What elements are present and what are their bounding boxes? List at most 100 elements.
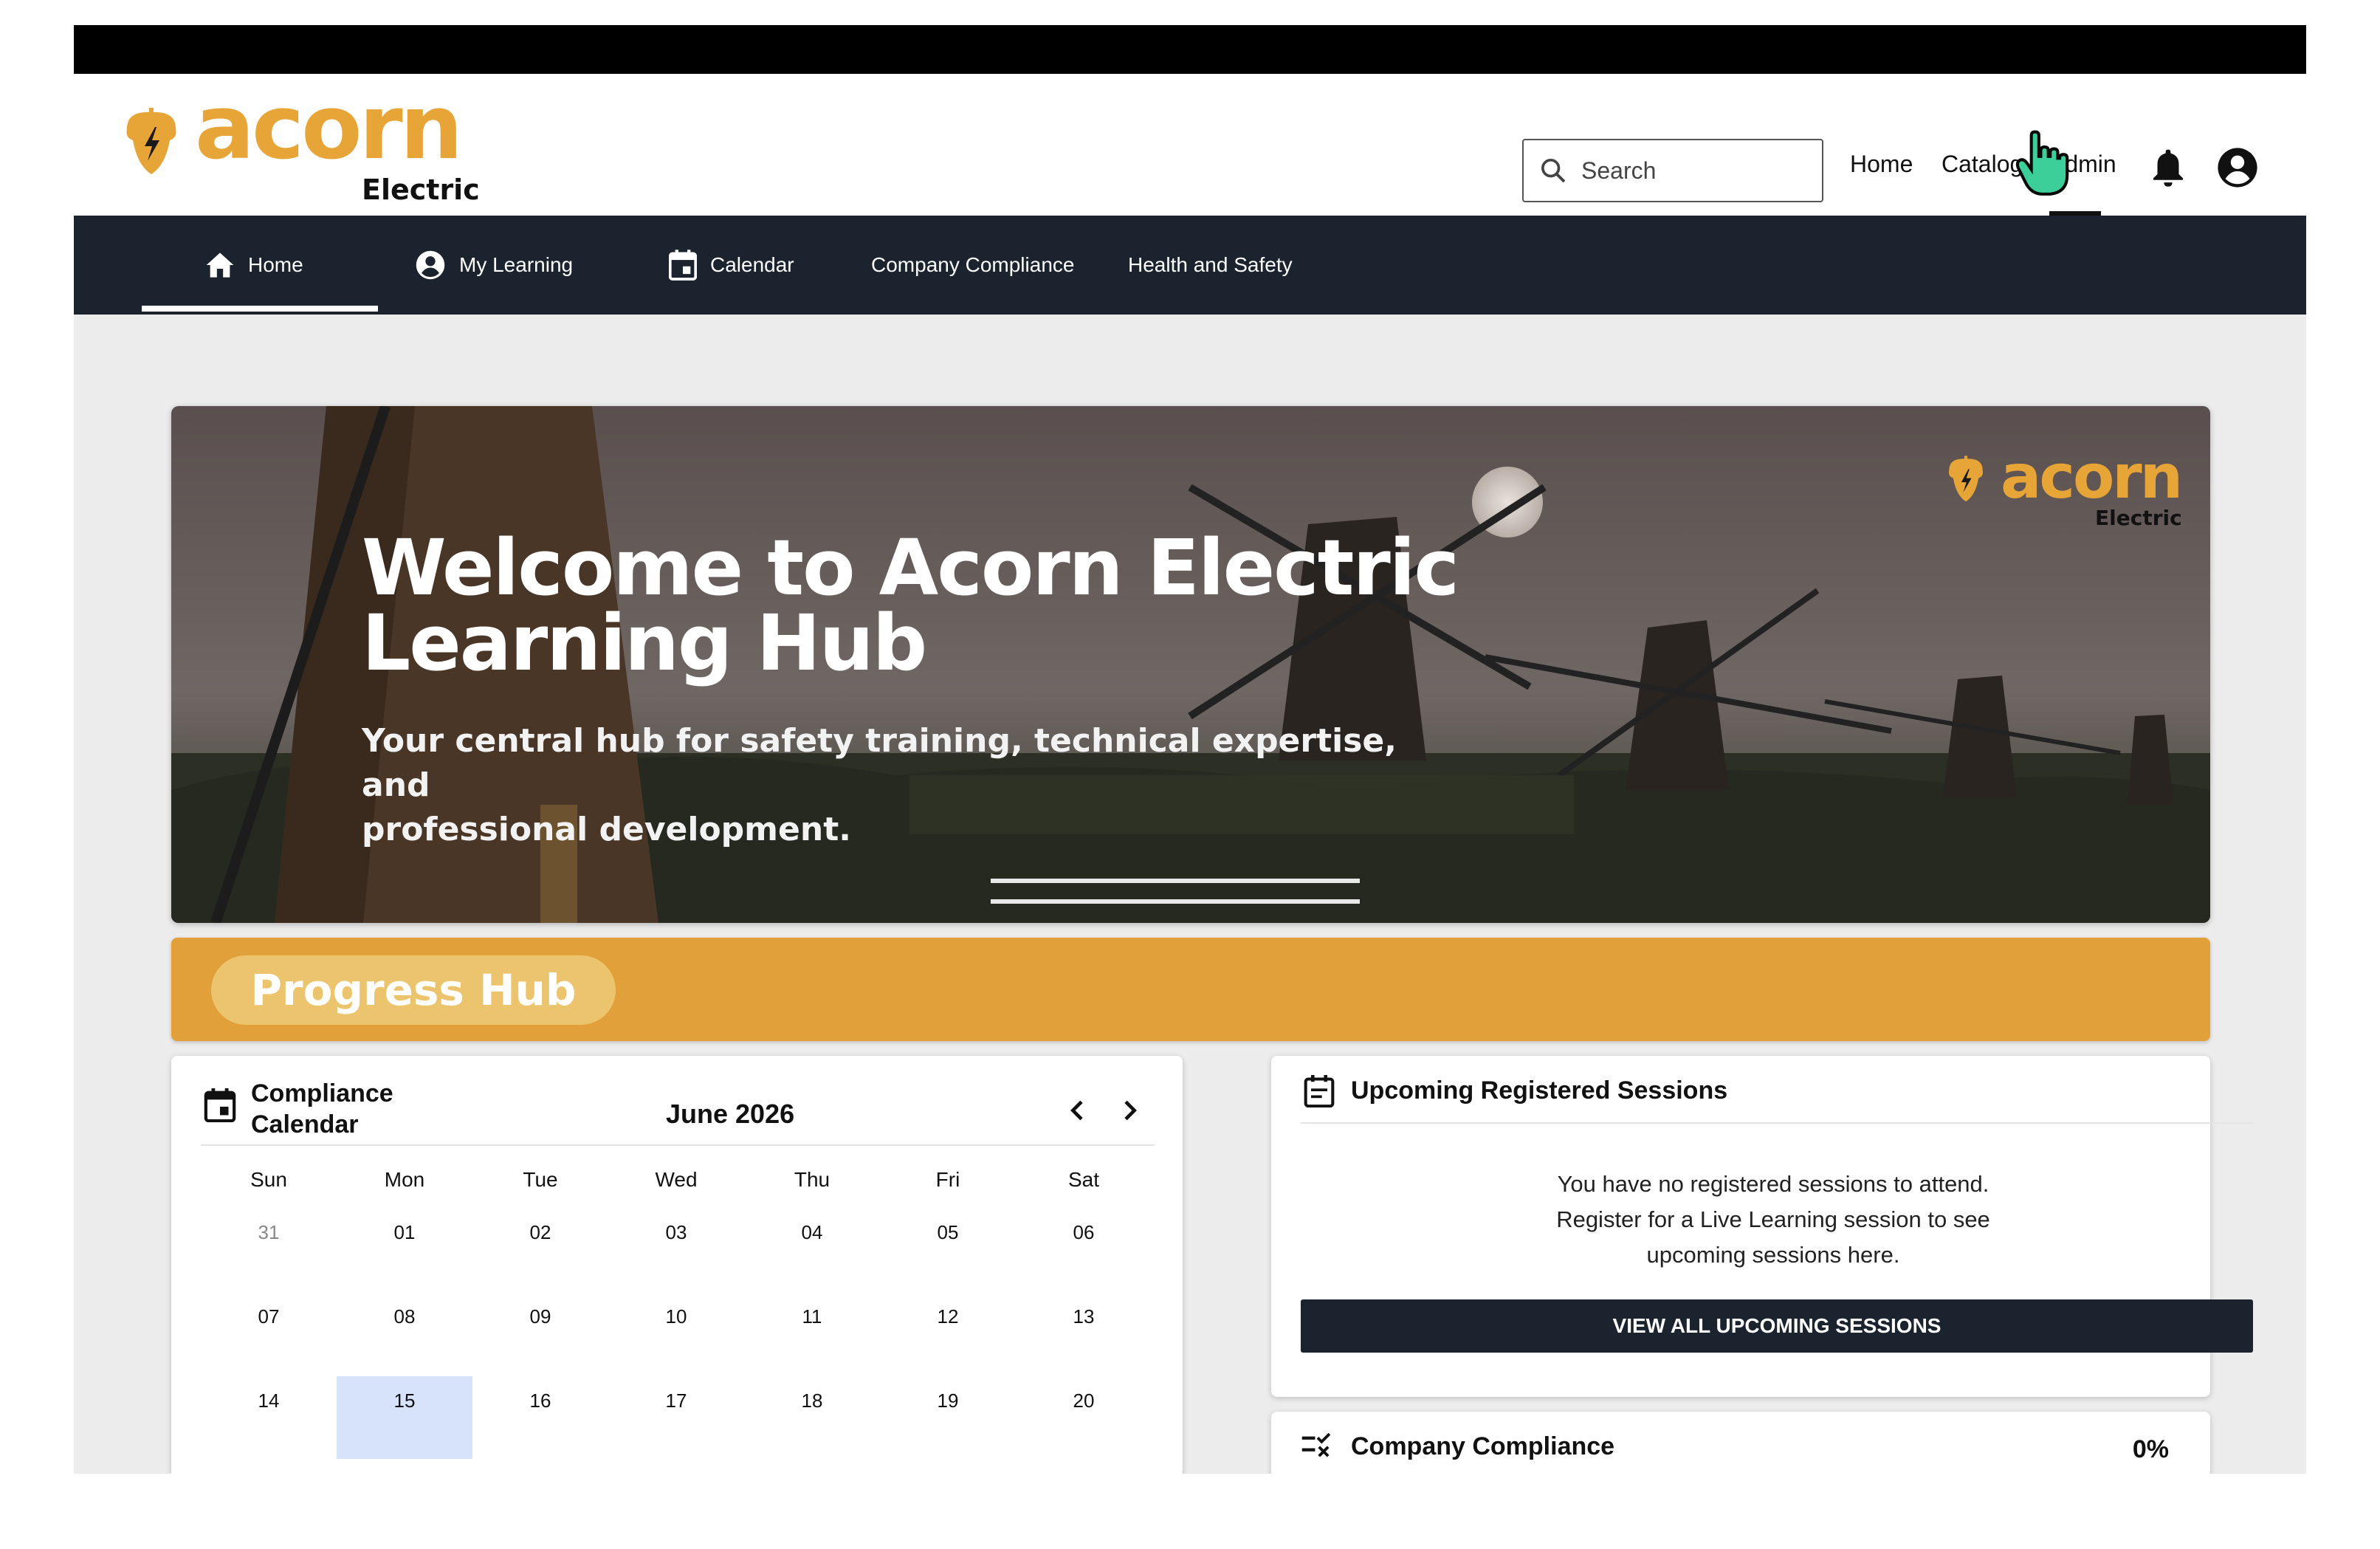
header-link-catalog[interactable]: Catalog — [1942, 151, 2023, 178]
compliance-title: Company Compliance — [1351, 1432, 1615, 1460]
calendar-day[interactable]: 01 — [337, 1208, 472, 1291]
nav-item-company-compliance[interactable]: Company Compliance — [871, 216, 1074, 315]
calendar-day[interactable]: 13 — [1016, 1292, 1152, 1375]
calendar-day[interactable]: 19 — [880, 1376, 1016, 1459]
calendar-day[interactable]: 20 — [1016, 1376, 1152, 1459]
calendar-title-line2: Calendar — [251, 1110, 359, 1138]
view-all-sessions-button[interactable]: VIEW ALL UPCOMING SESSIONS — [1301, 1299, 2253, 1353]
acorn-logo-icon — [1948, 456, 1984, 502]
hero-subtitle-line1: Your central hub for safety training, te… — [362, 722, 1397, 804]
search-box[interactable] — [1522, 139, 1823, 202]
calendar-day[interactable]: 06 — [1016, 1208, 1152, 1291]
nav-label-company-compliance: Company Compliance — [871, 253, 1075, 276]
event-note-icon — [1304, 1075, 1335, 1107]
calendar-day[interactable]: 11 — [744, 1292, 880, 1375]
upcoming-sessions-card: Upcoming Registered Sessions You have no… — [1271, 1056, 2253, 1397]
calendar-day[interactable]: 21 — [201, 1460, 337, 1474]
sessions-empty-message: You have no registered sessions to atten… — [1345, 1167, 2201, 1273]
app-window: acorn Electric Home Catalog Admin — [74, 25, 2306, 1474]
compliance-calendar-card: Compliance Calendar June 2026 Sun Mon Tu… — [171, 1056, 1183, 1474]
hero-subtitle: Your central hub for safety training, te… — [362, 719, 1440, 852]
nav-item-home[interactable]: Home — [205, 216, 303, 315]
hero-title-line2: Learning Hub — [362, 598, 927, 688]
calendar-month: June 2026 — [666, 1099, 795, 1129]
nav-label-calendar: Calendar — [710, 253, 794, 276]
progress-hub-banner: Progress Hub — [171, 938, 2210, 1041]
calendar-day[interactable]: 24 — [608, 1460, 744, 1474]
calendar-day[interactable]: 09 — [472, 1292, 608, 1375]
sessions-message-line2: Register for a Live Learning session to … — [1556, 1206, 1990, 1232]
chevron-right-icon[interactable] — [1115, 1096, 1144, 1125]
chevron-left-icon[interactable] — [1063, 1096, 1093, 1125]
bell-icon[interactable] — [2148, 146, 2188, 189]
calendar-day[interactable]: 27 — [1016, 1460, 1152, 1474]
calendar-title-line1: Compliance — [251, 1079, 393, 1107]
calendar-day[interactable]: 18 — [744, 1376, 880, 1459]
calendar-divider — [201, 1144, 1155, 1146]
calendar-day[interactable]: 22 — [337, 1460, 472, 1474]
calendar-icon — [669, 250, 697, 281]
hero-title: Welcome to Acorn Electric Learning Hub — [362, 523, 1617, 688]
weekday-label: Sat — [1067, 1168, 1100, 1191]
search-icon — [1541, 159, 1566, 183]
hero-brand-wordmark: acorn — [2001, 442, 2183, 512]
calendar-day[interactable]: 08 — [337, 1292, 472, 1375]
hero-subtitle-line2: professional development. — [362, 811, 851, 848]
checklist-icon — [1301, 1432, 1331, 1457]
sessions-message-line3: upcoming sessions here. — [1646, 1242, 1900, 1268]
calendar-day[interactable]: 14 — [201, 1376, 337, 1459]
home-icon — [206, 253, 234, 278]
nav-label-health-and-safety: Health and Safety — [1128, 253, 1293, 276]
calendar-day[interactable]: 26 — [880, 1460, 1016, 1474]
hero-banner: Welcome to Acorn Electric Learning Hub Y… — [171, 406, 2210, 923]
nav-label-my-learning: My Learning — [459, 253, 574, 276]
calendar-day[interactable]: 04 — [744, 1208, 880, 1291]
sessions-message-line1: You have no registered sessions to atten… — [1557, 1171, 1989, 1197]
nav-item-health-and-safety[interactable]: Health and Safety — [1128, 216, 1293, 315]
nav-active-indicator — [142, 306, 378, 312]
progress-hub-label: Progress Hub — [211, 955, 616, 1025]
calendar-day[interactable]: 12 — [880, 1292, 1016, 1375]
calendar-day-today[interactable]: 15 — [337, 1376, 472, 1459]
calendar-day[interactable]: 03 — [608, 1208, 744, 1291]
weekday-label: Sun — [250, 1168, 287, 1191]
hero-brand-tagline: Electric — [2095, 506, 2182, 530]
weekday-label: Thu — [794, 1168, 830, 1191]
acorn-logo[interactable]: acorn Electric — [118, 84, 480, 207]
calendar-day[interactable]: 31 — [201, 1208, 337, 1291]
site-header: acorn Electric Home Catalog Admin — [74, 74, 2306, 216]
calendar-day[interactable]: 05 — [880, 1208, 1016, 1291]
hand-pointer-cursor-icon — [2015, 130, 2069, 196]
weekday-label: Wed — [655, 1168, 698, 1191]
calendar-day[interactable]: 10 — [608, 1292, 744, 1375]
calendar-day[interactable]: 16 — [472, 1376, 608, 1459]
weekday-label: Fri — [935, 1168, 960, 1191]
calendar-day[interactable]: 02 — [472, 1208, 608, 1291]
hero-title-line1: Welcome to Acorn Electric — [362, 523, 1459, 613]
hero-acorn-logo: acorn Electric — [1944, 442, 2183, 536]
calendar-day[interactable]: 07 — [201, 1292, 337, 1375]
sessions-divider — [1301, 1122, 2253, 1124]
company-compliance-card: Company Compliance 0% — [1271, 1412, 2210, 1474]
main-nav: Home My Learning Calendar Company Compli… — [74, 216, 2306, 315]
header-link-home[interactable]: Home — [1850, 151, 1913, 178]
calendar-day[interactable]: 23 — [472, 1460, 608, 1474]
calendar-day[interactable]: 17 — [608, 1376, 744, 1459]
account-circle-icon — [416, 250, 445, 280]
acorn-logo-icon — [126, 108, 176, 174]
top-black-bar — [74, 25, 2306, 74]
sessions-title: Upcoming Registered Sessions — [1351, 1076, 1728, 1105]
nav-item-calendar[interactable]: Calendar — [669, 216, 794, 315]
weekday-label: Mon — [384, 1168, 425, 1191]
search-input[interactable] — [1581, 157, 1803, 185]
weekday-label: Tue — [523, 1168, 558, 1191]
brand-tagline: Electric — [362, 174, 480, 206]
calendar-icon — [204, 1088, 236, 1122]
nav-label-home: Home — [248, 253, 303, 276]
calendar-day[interactable]: 25 — [744, 1460, 880, 1474]
brand-wordmark: acorn — [195, 77, 463, 179]
account-icon[interactable] — [2216, 146, 2259, 189]
compliance-percent: 0% — [2132, 1435, 2169, 1463]
calendar-title: Compliance Calendar — [251, 1078, 443, 1140]
nav-item-my-learning[interactable]: My Learning — [415, 216, 573, 315]
